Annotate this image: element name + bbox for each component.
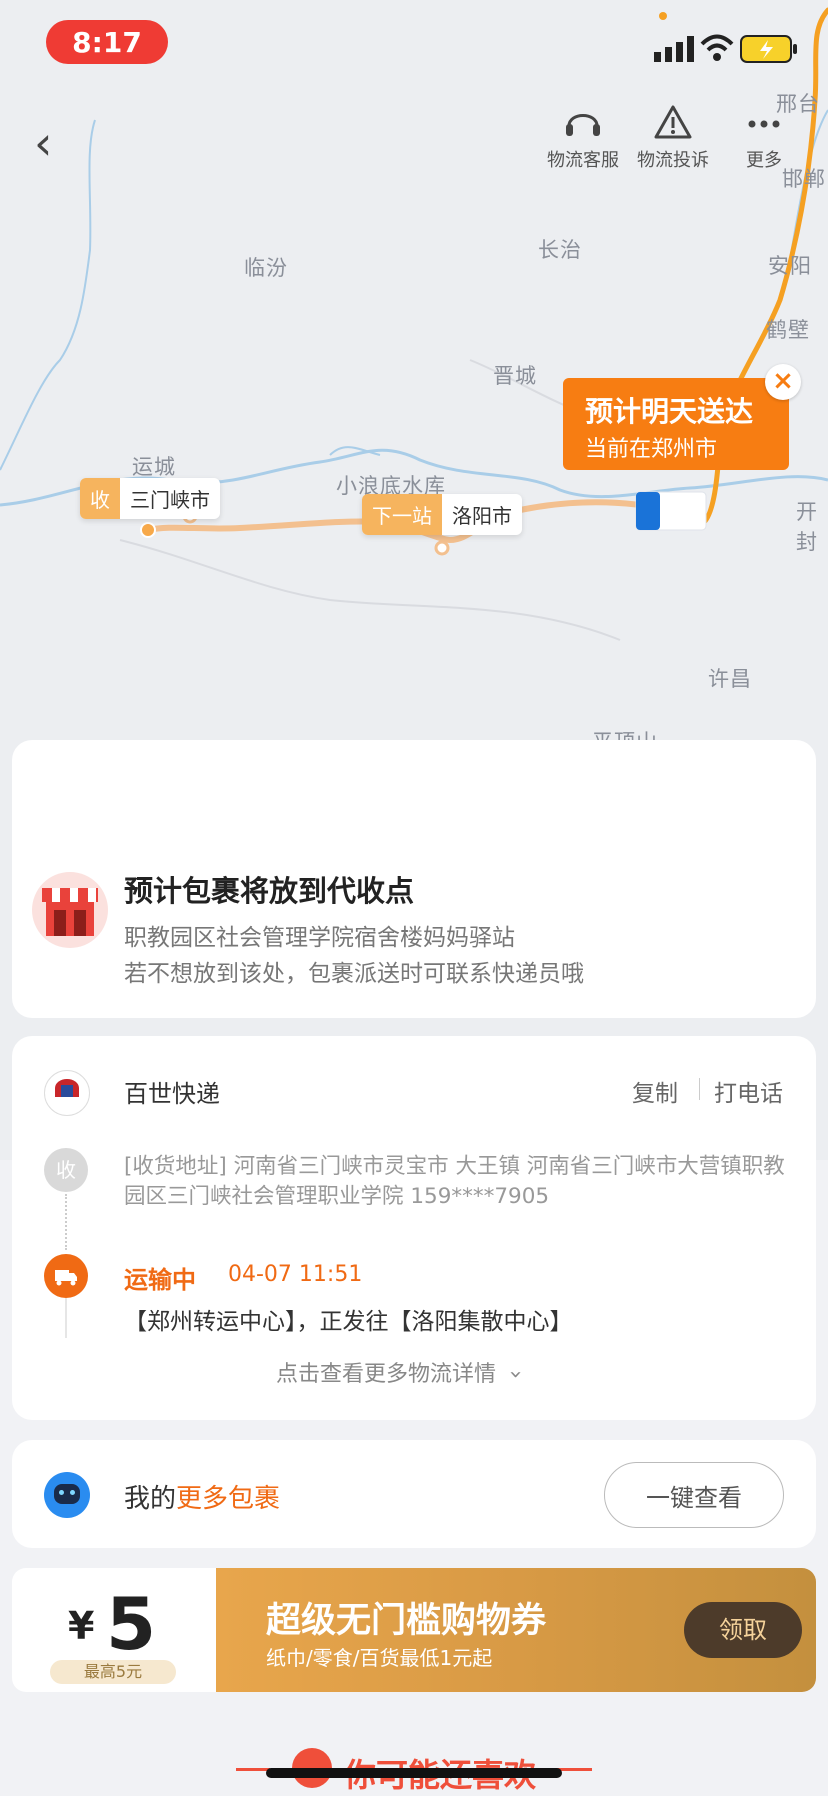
map-city: 许昌 <box>708 667 752 691</box>
carrier-name: 百世快递 <box>124 1080 220 1108</box>
coupon-max: 最高5元 <box>50 1660 176 1684</box>
tracking-card: 百世快递 复制 打电话 收 [收货地址] 河南省三门峡市灵宝市 大王镇 河南省三… <box>12 1036 816 1420</box>
call-button[interactable]: 打电话 <box>714 1074 783 1108</box>
eta-title: 预计明天送达 <box>585 395 754 428</box>
coupon-amount: 5 <box>106 1582 157 1666</box>
my-packages-card[interactable]: 我的更多包裹 一键查看 <box>12 1440 816 1548</box>
receive-address: [收货地址] 河南省三门峡市灵宝市 大王镇 河南省三门峡市大营镇职教园区三门峡社… <box>124 1154 785 1209</box>
warning-icon <box>654 105 692 139</box>
map-city: 鹤壁 <box>766 318 810 342</box>
timeline-line <box>65 1194 67 1250</box>
status-label: 运输中 <box>124 1266 196 1294</box>
logistics-service-button[interactable]: 物流客服 <box>538 104 628 172</box>
more-label: 更多 <box>746 150 782 171</box>
pickup-note: 若不想放到该处，包裹派送时可联系快递员哦 <box>124 961 584 987</box>
receive-icon: 收 <box>44 1148 88 1192</box>
status-detail: 【郑州转运中心】，正发往【洛阳集散中心】 <box>124 1309 573 1335</box>
coupon-amount-panel: ¥ 5 最高5元 <box>12 1568 216 1692</box>
divider <box>699 1078 700 1100</box>
store-icon <box>32 872 108 948</box>
map-city: 长治 <box>538 238 582 262</box>
map-city: 安阳 <box>768 254 812 278</box>
more-icon <box>748 120 780 128</box>
coupon-currency: ¥ <box>68 1604 95 1648</box>
map-city: 晋城 <box>493 364 537 388</box>
back-icon[interactable]: ‹ <box>34 116 52 170</box>
next-station-tag: 下一站 <box>362 494 442 535</box>
wifi-icon <box>700 34 734 61</box>
signal-icon <box>654 36 694 62</box>
status-time: 04-07 11:51 <box>228 1262 363 1287</box>
truck-icon <box>44 1254 88 1298</box>
coupon-info-panel: 超级无门槛购物券 纸巾/零食/百货最低1元起 领取 <box>216 1568 816 1692</box>
eta-bubble: 预计明天送达 当前在郑州市 <box>563 378 789 470</box>
eta-subtitle: 当前在郑州市 <box>585 437 718 462</box>
map-city: 运城 <box>132 455 176 479</box>
service-label: 物流客服 <box>547 150 619 171</box>
packages-prefix: 我的 <box>124 1484 177 1514</box>
receive-tag: 收 <box>80 478 120 519</box>
headset-icon <box>566 114 600 136</box>
map-city: 开封 <box>796 500 818 554</box>
pickup-title: 预计包裹将放到代收点 <box>124 874 415 908</box>
logistics-complaint-button[interactable]: 物流投诉 <box>628 104 718 172</box>
receive-city-label: 收 三门峡市 <box>80 478 220 519</box>
pickup-point-card[interactable]: 预计包裹将放到代收点 职教园区社会管理学院宿舍楼妈妈驿站 若不想放到该处，包裹派… <box>12 740 816 1018</box>
eta-close-icon[interactable]: × <box>765 364 801 400</box>
robot-icon <box>44 1472 90 1518</box>
coupon-banner[interactable]: ¥ 5 最高5元 超级无门槛购物券 纸巾/零食/百货最低1元起 领取 <box>12 1568 816 1692</box>
claim-button[interactable]: 领取 <box>684 1602 802 1658</box>
more-details-link[interactable]: 点击查看更多物流详情 › <box>276 1356 528 1388</box>
more-button[interactable]: 更多 <box>718 104 810 172</box>
next-station-city: 洛阳市 <box>452 504 512 528</box>
coupon-subtitle: 纸巾/零食/百货最低1元起 <box>266 1646 493 1670</box>
packages-text: 我的更多包裹 <box>124 1478 280 1515</box>
receive-city: 三门峡市 <box>130 488 210 512</box>
map-city: 临汾 <box>244 256 288 280</box>
next-station-label: 下一站 洛阳市 <box>362 494 522 535</box>
coupon-title: 超级无门槛购物券 <box>266 1601 547 1641</box>
carrier-logo <box>44 1070 90 1116</box>
home-indicator <box>266 1768 562 1778</box>
battery-icon <box>740 35 797 63</box>
chevron-down-icon: › <box>502 1370 528 1379</box>
packages-highlight: 更多包裹 <box>176 1484 281 1514</box>
timeline-line <box>65 1298 67 1338</box>
more-details-label: 点击查看更多物流详情 <box>276 1362 497 1387</box>
status-time: 8:17 <box>46 20 168 64</box>
copy-button[interactable]: 复制 <box>632 1074 678 1108</box>
view-all-button[interactable]: 一键查看 <box>604 1462 784 1528</box>
complaint-label: 物流投诉 <box>637 150 709 171</box>
pickup-address: 职教园区社会管理学院宿舍楼妈妈驿站 <box>124 925 515 951</box>
